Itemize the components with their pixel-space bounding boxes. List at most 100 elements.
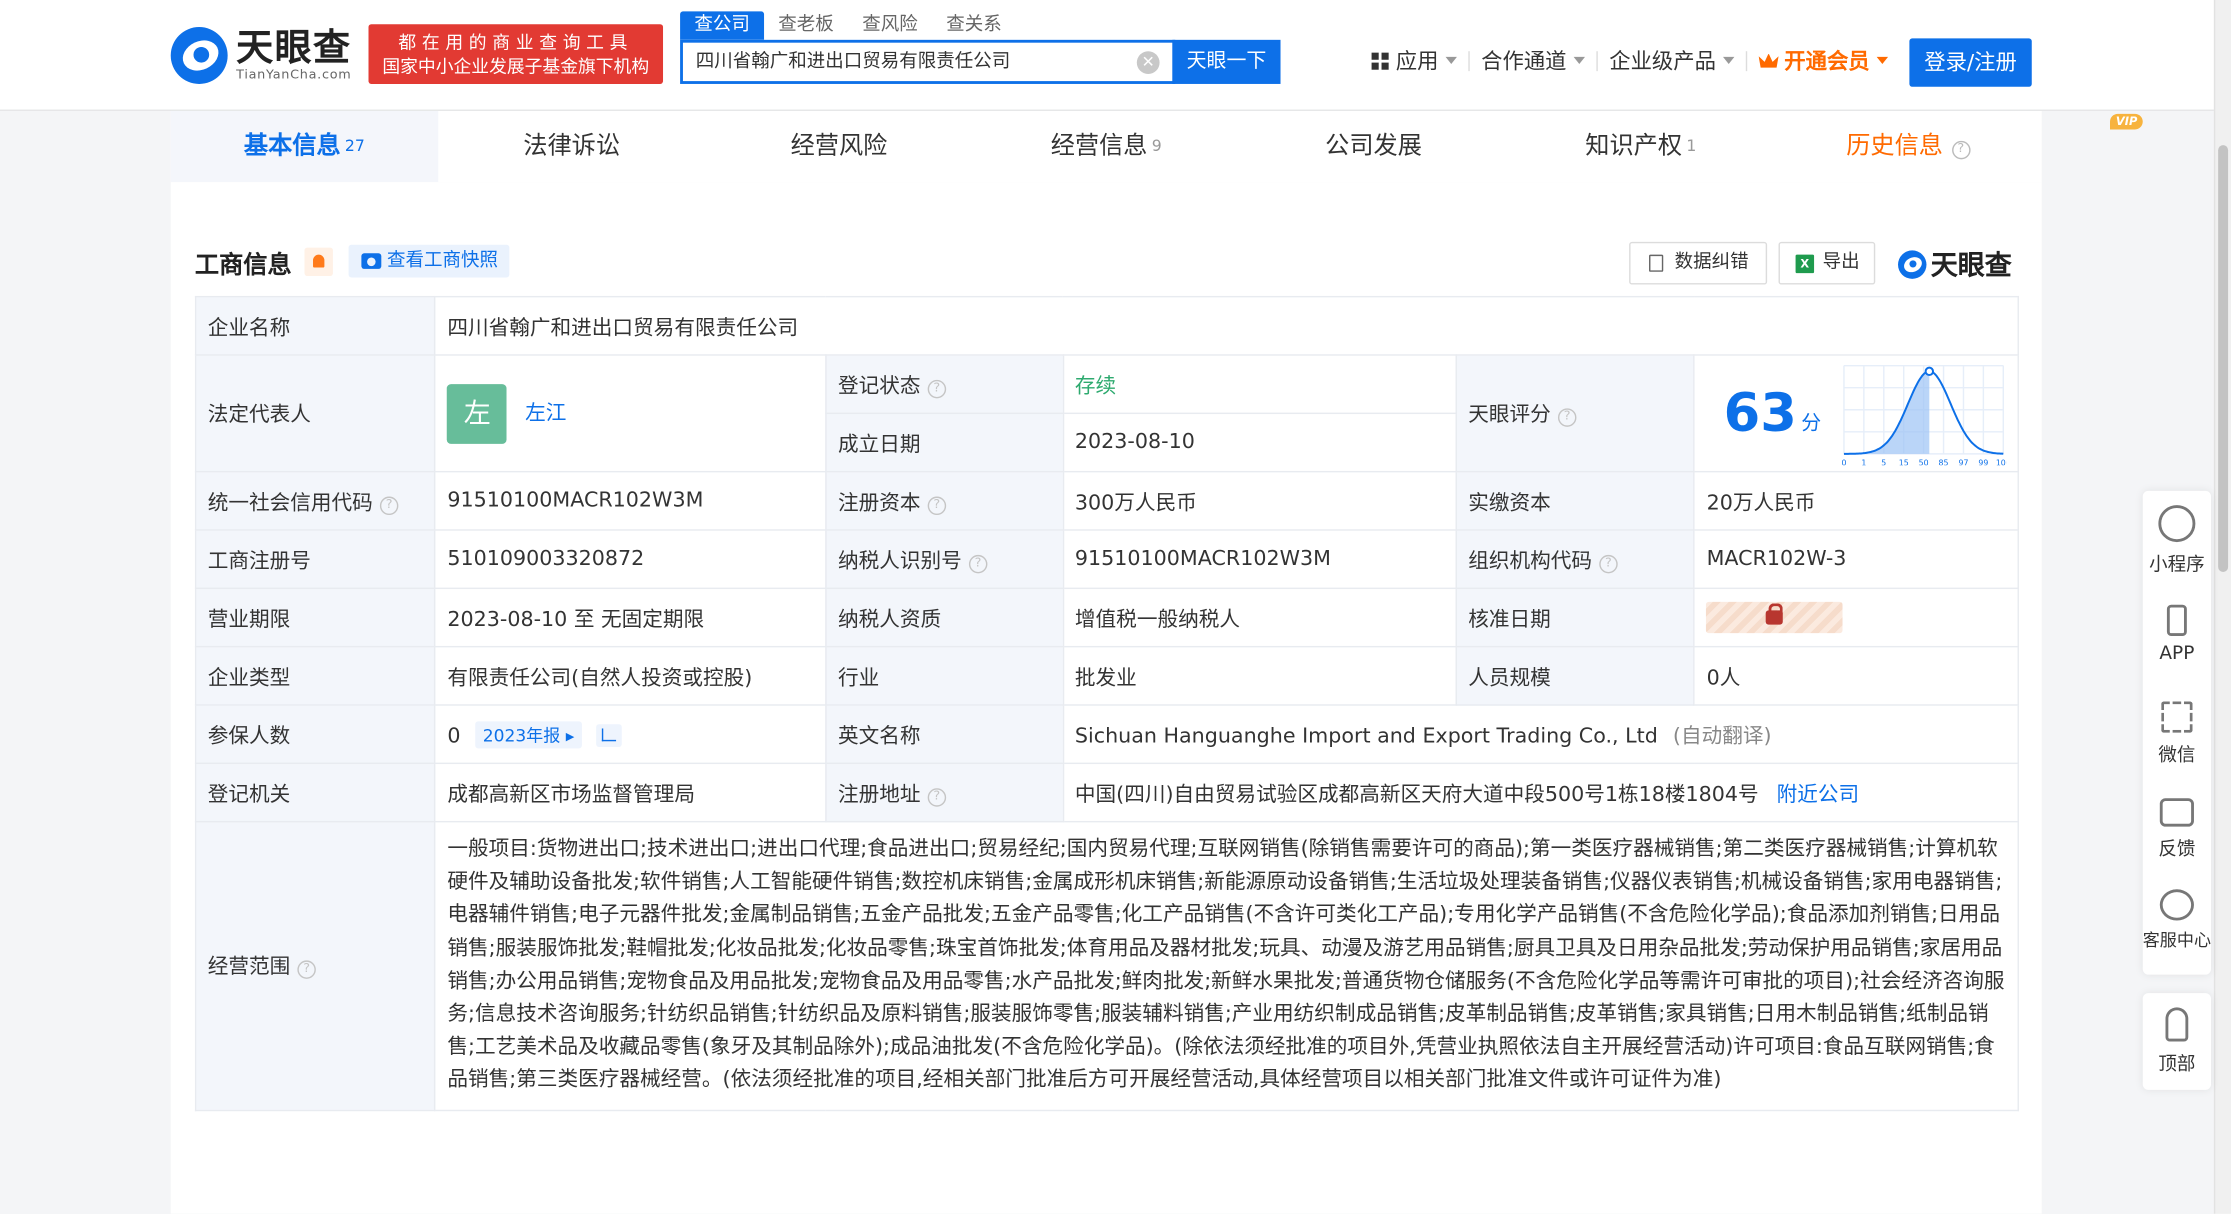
credit-code-value: 91510100MACR102W3M — [434, 470, 827, 531]
annual-report-button[interactable]: 2023年报 ▸ — [475, 720, 582, 748]
page-scrollbar[interactable] — [2213, 0, 2231, 1214]
score-label-cell: 天眼评分? — [1455, 354, 1696, 473]
export-button[interactable]: X 导出 — [1778, 241, 1876, 285]
cell-label: 行业 — [825, 645, 1064, 706]
score-value: 63 — [1723, 382, 1797, 444]
reg-capital-label-cell: 注册资本? — [825, 470, 1064, 531]
search-input[interactable]: 四川省翰广和进出口贸易有限责任公司 ✕ — [680, 39, 1176, 84]
headset-icon — [2159, 889, 2194, 921]
nearby-companies-link[interactable]: 附近公司 — [1777, 783, 1860, 806]
cell-label: 注册地址 — [837, 783, 921, 807]
business-info-table: 企业名称 四川省翰广和进出口贸易有限责任公司 法定代表人 左 左江 登记状态? … — [194, 295, 2019, 1111]
tab-label: 公司发展 — [1325, 132, 1422, 161]
search-tab-risk[interactable]: 查风险 — [848, 11, 932, 39]
side-toolbar: 小程序 APP 微信 反馈 客服中心 — [2142, 490, 2211, 975]
search-tab-relation[interactable]: 查关系 — [932, 11, 1016, 39]
excel-icon: X — [1795, 254, 1815, 274]
org-code-label-cell: 组织机构代码? — [1455, 529, 1696, 590]
nav-vip[interactable]: 开通会员 — [1747, 46, 1899, 76]
score-cell[interactable]: 63 分 0151550859799100 — [1693, 354, 2019, 473]
tab-development[interactable]: 公司发展 — [1240, 111, 1507, 182]
help-icon[interactable]: ? — [297, 960, 316, 980]
chevron-down-icon — [1445, 56, 1457, 65]
side-customer-service[interactable]: 客服中心 — [2143, 889, 2211, 952]
logo-subtitle: TianYanCha.com — [236, 67, 352, 82]
tab-operating-info[interactable]: 经营信息 9 — [973, 111, 1240, 182]
industry-value: 批发业 — [1062, 645, 1457, 706]
nav-apps[interactable]: 应用 — [1360, 46, 1468, 76]
section-title: 工商信息 — [194, 251, 292, 281]
trend-chart-icon[interactable] — [596, 723, 623, 747]
data-correction-button[interactable]: 数据纠错 — [1629, 241, 1768, 285]
help-icon[interactable]: ? — [379, 495, 399, 515]
lock-icon — [1766, 603, 1784, 625]
table-row: 企业名称 四川省翰广和进出口贸易有限责任公司 — [194, 295, 2019, 356]
nav-cooperation[interactable]: 合作通道 — [1470, 46, 1597, 76]
tab-label: 经营风险 — [790, 132, 888, 161]
reg-capital-value: 300万人民币 — [1062, 470, 1457, 531]
en-name-cell: Sichuan Hanguanghe Import and Export Tra… — [1062, 704, 2019, 765]
logo[interactable]: 天眼查 TianYanCha.com — [170, 26, 352, 86]
type-value: 有限责任公司(自然人投资或控股) — [434, 645, 827, 706]
login-register-button[interactable]: 登录/注册 — [1909, 38, 2032, 87]
bell-icon[interactable] — [304, 247, 333, 277]
correction-label: 数据纠错 — [1674, 251, 1749, 274]
cell-label: 登记状态 — [837, 374, 921, 398]
tab-litigation[interactable]: 法律诉讼 — [438, 111, 705, 182]
search-tab-company[interactable]: 查公司 — [680, 11, 765, 40]
eye-logo-icon — [1898, 249, 1927, 279]
table-row: 企业类型 有限责任公司(自然人投资或控股) 行业 批发业 人员规模 0人 — [194, 645, 2019, 706]
brand-name: 天眼查 — [1930, 250, 2012, 282]
search-type-tabs: 查公司 查老板 查风险 查关系 — [680, 11, 1016, 40]
auto-translate-note: (自动翻译) — [1672, 724, 1772, 748]
search-button[interactable]: 天眼一下 — [1172, 39, 1281, 84]
score-unit: 分 — [1801, 411, 1822, 435]
view-snapshot-button[interactable]: 查看工商快照 — [348, 244, 510, 278]
biz-reg-no-value: 510109003320872 — [434, 529, 827, 590]
snapshot-label: 查看工商快照 — [387, 250, 499, 272]
side-wechat[interactable]: 微信 — [2143, 701, 2211, 767]
locked-value[interactable] — [1706, 601, 1844, 634]
legal-rep-link[interactable]: 左江 — [525, 402, 566, 425]
cell-label: 统一社会信用代码 — [207, 491, 373, 515]
vip-badge: VIP — [2110, 113, 2144, 130]
search-tab-boss[interactable]: 查老板 — [764, 11, 848, 39]
cell-label: 人员规模 — [1455, 645, 1696, 706]
cell-label: 经营范围 — [207, 956, 291, 980]
company-tabs: 基本信息 27 法律诉讼 经营风险 经营信息 9 公司发展 知识产权 1 历史信息? V… — [170, 110, 2144, 183]
logo-title: 天眼查 — [236, 26, 352, 70]
avatar[interactable]: 左 — [447, 383, 508, 444]
tab-ip[interactable]: 知识产权 1 — [1507, 111, 1774, 182]
phone-icon — [2166, 604, 2187, 636]
clear-icon[interactable]: ✕ — [1136, 51, 1160, 74]
export-label: 导出 — [1822, 251, 1860, 274]
tab-label: 基本信息 — [243, 132, 341, 161]
help-icon[interactable]: ? — [968, 554, 988, 573]
nav-enterprise[interactable]: 企业级产品 — [1598, 46, 1746, 76]
back-to-top-button[interactable]: 顶部 — [2142, 993, 2212, 1090]
help-icon[interactable]: ? — [1599, 554, 1618, 573]
help-icon[interactable]: ? — [1557, 408, 1577, 427]
rocket-icon — [2165, 1007, 2189, 1042]
side-label: 小程序 — [2149, 554, 2205, 577]
side-feedback[interactable]: 反馈 — [2143, 798, 2211, 861]
x-tick-label: 0 — [1841, 458, 1846, 465]
business-scope-value: 一般项目:货物进出口;技术进出口;进出口代理;食品进出口;贸易经纪;国内贸易代理… — [434, 820, 2019, 1111]
nav-apps-label: 应用 — [1395, 48, 1439, 74]
tab-operating-risk[interactable]: 经营风险 — [705, 111, 972, 182]
cell-label: 企业名称 — [194, 295, 437, 356]
page: 天眼查 TianYanCha.com 都在用的商业查询工具 国家中小企业发展子基… — [0, 0, 2231, 1214]
side-app[interactable]: APP — [2143, 604, 2211, 664]
tab-history[interactable]: 历史信息? VIP — [1774, 111, 2144, 182]
help-icon[interactable]: ? — [927, 379, 947, 398]
tab-basic-info[interactable]: 基本信息 27 — [170, 110, 439, 183]
scrollbar-thumb[interactable] — [2218, 145, 2229, 572]
top-header: 天眼查 TianYanCha.com 都在用的商业查询工具 国家中小企业发展子基… — [0, 0, 2231, 111]
feedback-icon — [2159, 798, 2194, 827]
help-icon[interactable]: ? — [927, 787, 947, 807]
table-row: 营业期限 2023-08-10 至 无固定期限 纳税人资质 增值税一般纳税人 核… — [194, 587, 2019, 648]
side-miniprogram[interactable]: 小程序 — [2143, 505, 2211, 576]
x-tick-label: 99 — [1978, 458, 1988, 465]
help-icon[interactable]: ? — [927, 495, 947, 515]
table-row: 登记机关 成都高新区市场监督管理局 注册地址? 中国(四川)自由贸易试验区成都高… — [194, 762, 2019, 823]
